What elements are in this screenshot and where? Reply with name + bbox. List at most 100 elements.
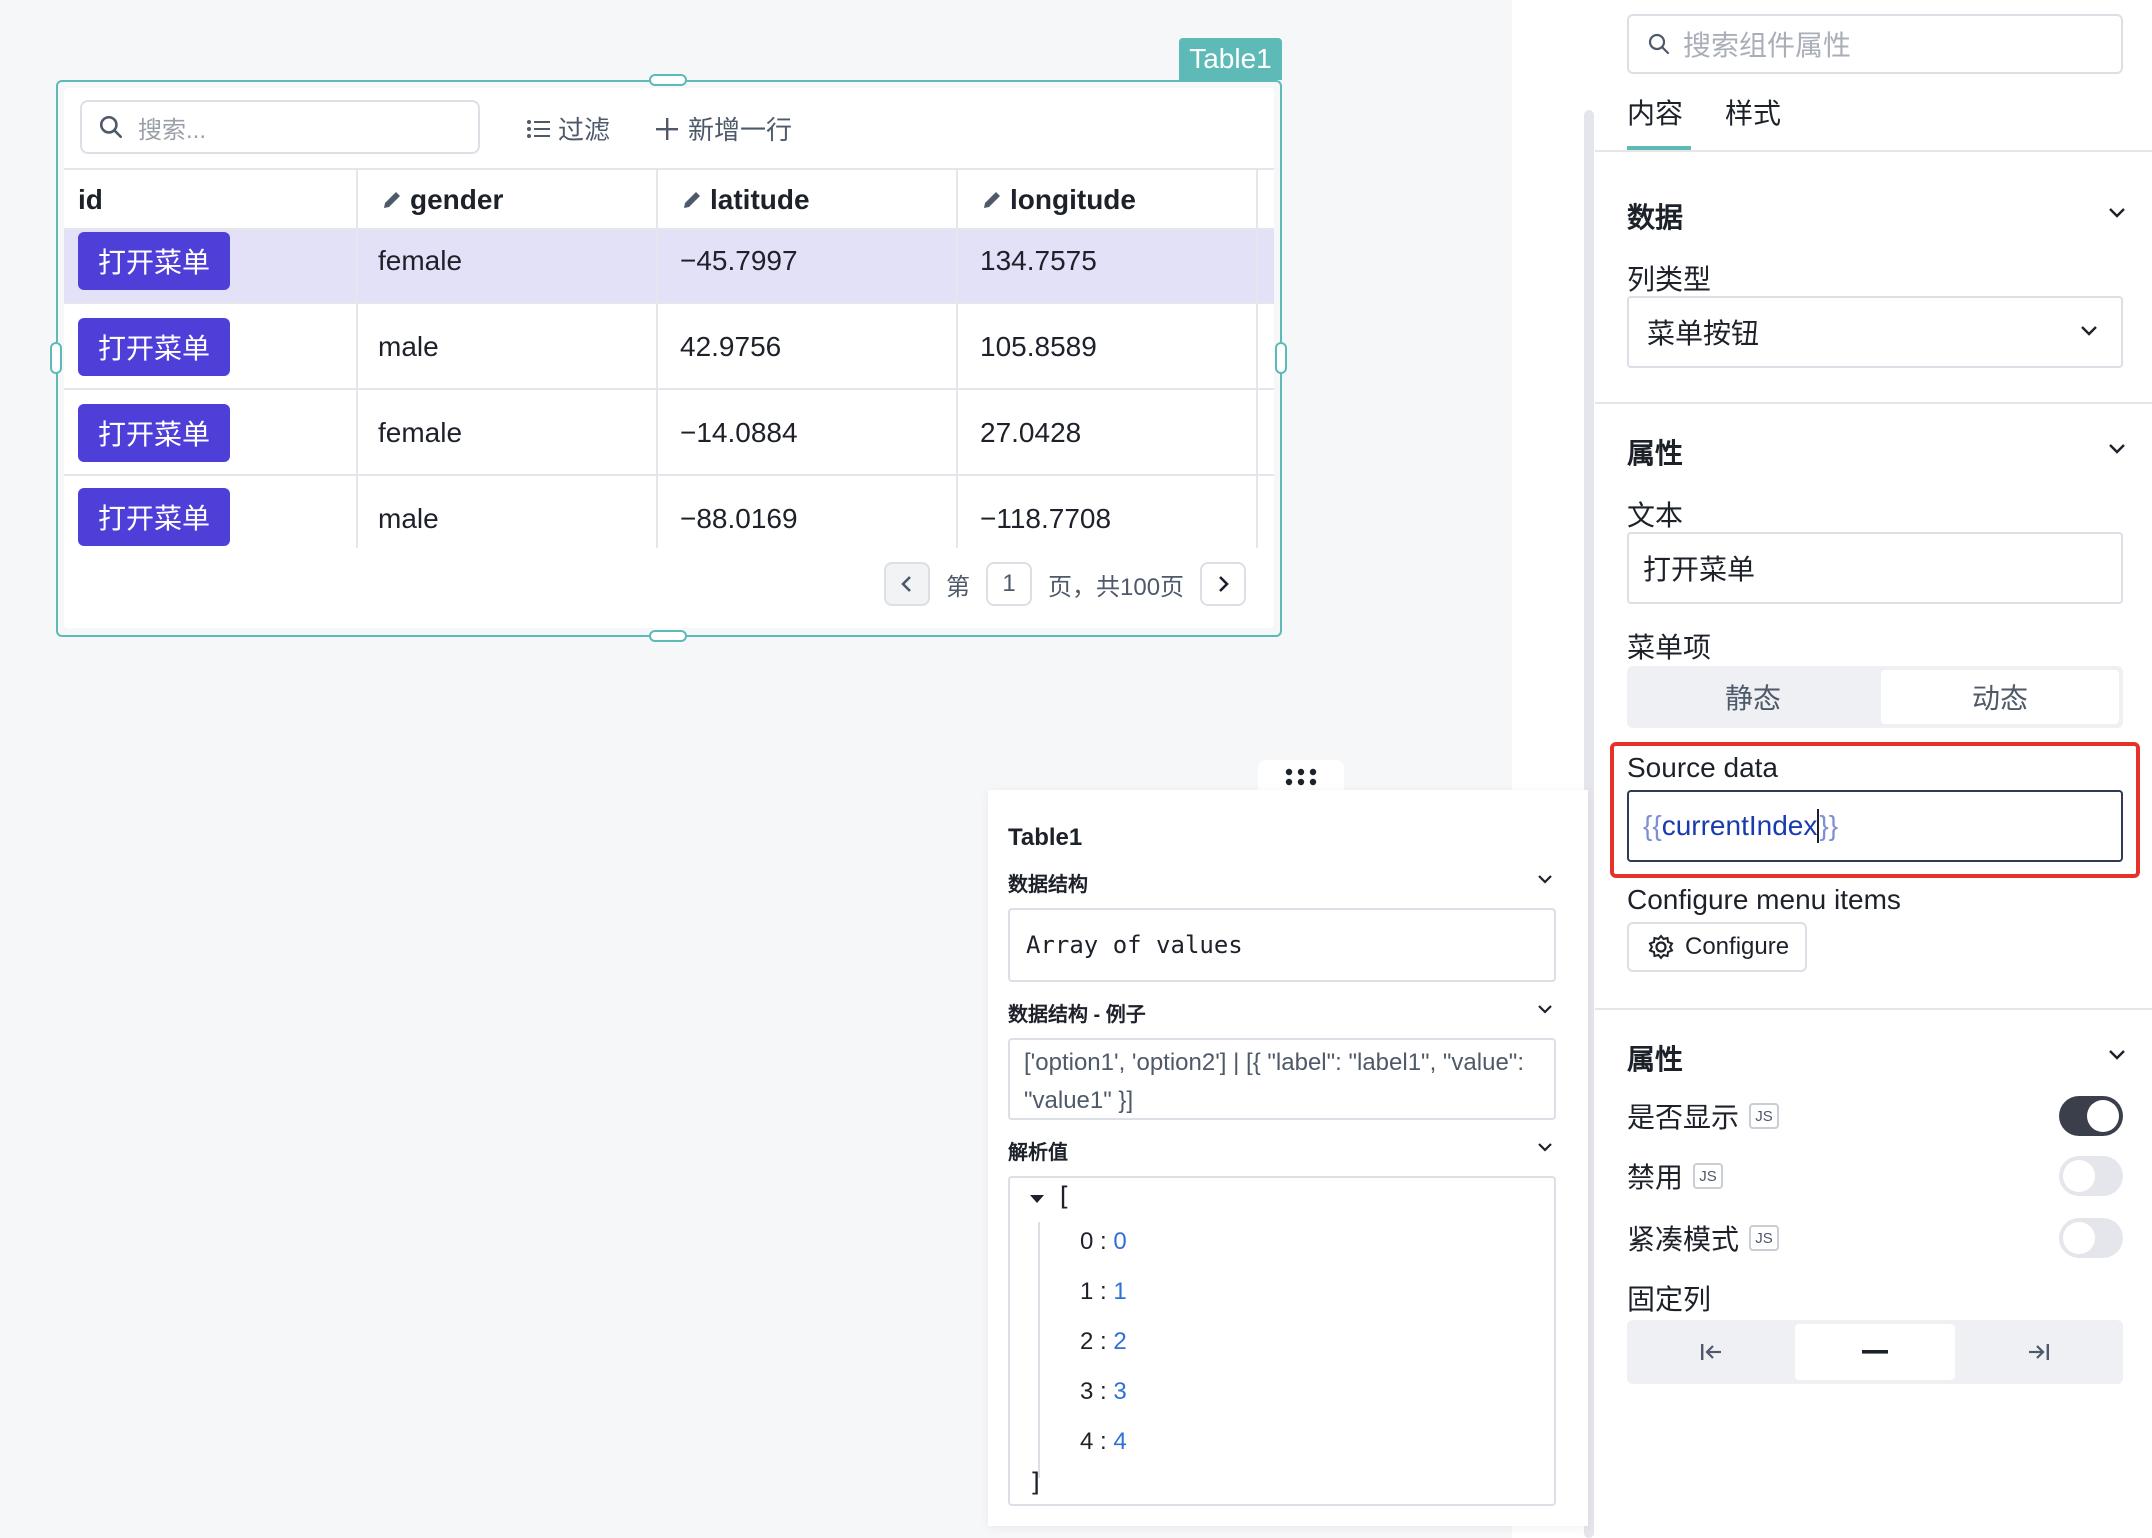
cell-latitude: −88.0169 (680, 503, 798, 534)
chevron-down-icon[interactable] (1536, 1002, 1554, 1016)
table-header: id gender latitude longitude (64, 168, 1274, 230)
array-close-bracket: ] (1028, 1468, 1044, 1498)
filter-icon (527, 119, 550, 138)
column-divider[interactable] (956, 168, 958, 548)
section-props-title: 属性 (1627, 438, 1684, 469)
menu-mode-dynamic[interactable]: 动态 (1881, 670, 2119, 724)
resize-handle-top[interactable] (649, 74, 687, 86)
source-data-label: Source data (1627, 752, 1778, 783)
drag-dots-icon (1285, 768, 1317, 786)
compact-label: 紧凑模式 (1627, 1224, 1740, 1255)
chevron-down-icon[interactable] (2107, 440, 2127, 456)
source-data-expression: currentIndex (1661, 810, 1818, 841)
column-header-gender[interactable]: gender (380, 170, 503, 230)
column-header-id[interactable]: id (78, 170, 103, 230)
resize-handle-left[interactable] (50, 342, 62, 374)
resize-handle-right[interactable] (1275, 342, 1287, 374)
minus-icon (1862, 1350, 1888, 1354)
open-menu-button[interactable]: 打开菜单 (78, 488, 230, 546)
prev-page-button[interactable] (884, 562, 930, 606)
chevron-left-icon (901, 576, 911, 592)
tree-value: 0 (1113, 1228, 1127, 1255)
disabled-switch[interactable] (2059, 1156, 2123, 1196)
inspector-title: Table1 (1008, 824, 1083, 851)
data-structure-value: Array of values (1008, 908, 1556, 982)
edit-icon (984, 192, 1000, 208)
compact-switch[interactable] (2059, 1218, 2123, 1258)
add-row-label: 新增一行 (688, 115, 793, 145)
divider (1595, 150, 2152, 152)
table-row[interactable]: 打开菜单 female −45.7997 134.7575 (64, 230, 1274, 304)
table-widget-tag[interactable]: Table1 (1179, 38, 1282, 80)
column-type-select[interactable]: 菜单按钮 (1627, 296, 2123, 368)
table-row[interactable]: 打开菜单 male −88.0169 −118.7708 (64, 476, 1274, 548)
data-structure-label: 数据结构 (1008, 874, 1088, 896)
filter-button[interactable]: 过滤 (526, 110, 610, 147)
js-toggle-badge[interactable]: JS (1749, 1225, 1780, 1251)
divider (1595, 1008, 2152, 1010)
column-divider[interactable] (356, 168, 358, 548)
property-search-placeholder: 搜索组件属性 (1683, 30, 1852, 61)
text-input[interactable]: 打开菜单 (1627, 532, 2123, 604)
edit-icon (684, 192, 700, 208)
menu-items-label: 菜单项 (1627, 632, 1712, 663)
column-type-value: 菜单按钮 (1647, 318, 1760, 349)
menu-mode-toggle: 静态 动态 (1627, 666, 2123, 728)
chevron-down-icon[interactable] (1536, 872, 1554, 886)
chevron-down-icon[interactable] (1536, 1140, 1554, 1154)
search-icon (99, 115, 123, 139)
property-search-input[interactable]: 搜索组件属性 (1627, 14, 2123, 74)
cell-gender: male (378, 331, 439, 362)
configure-button[interactable]: Configure (1627, 922, 1807, 972)
column-divider[interactable] (1256, 168, 1258, 548)
resize-handle-bottom[interactable] (649, 630, 687, 642)
fix-none-button[interactable] (1795, 1324, 1955, 1380)
chevron-down-icon[interactable] (2107, 1046, 2127, 1062)
add-row-button[interactable]: 新增一行 (654, 110, 792, 147)
column-header-label: longitude (1010, 184, 1136, 215)
tab-style[interactable]: 样式 (1725, 92, 1781, 132)
configure-button-label: Configure (1685, 933, 1790, 960)
column-header-longitude[interactable]: longitude (980, 170, 1136, 230)
js-toggle-badge[interactable]: JS (1749, 1103, 1780, 1129)
configure-menu-label: Configure menu items (1627, 884, 1901, 915)
table-toolbar: 搜索... 过滤 新增一行 (64, 88, 1274, 168)
table-row[interactable]: 打开菜单 male 42.9756 105.8589 (64, 304, 1274, 390)
cell-latitude: −45.7997 (680, 245, 798, 276)
drag-handle[interactable] (1258, 760, 1344, 794)
example-value: ['option1', 'option2'] | [{ "label": "la… (1008, 1038, 1556, 1120)
chevron-down-icon[interactable] (2107, 204, 2127, 220)
table-search-input[interactable]: 搜索... (80, 100, 480, 154)
table-row[interactable]: 打开菜单 female −14.0884 27.0428 (64, 390, 1274, 476)
fix-right-button[interactable] (1959, 1324, 2119, 1380)
cell-latitude: 42.9756 (680, 331, 782, 362)
tab-content[interactable]: 内容 (1627, 92, 1683, 132)
page-number-input[interactable]: 1 (986, 562, 1032, 606)
column-header-latitude[interactable]: latitude (680, 170, 810, 230)
tree-key: 0 (1080, 1228, 1094, 1255)
search-icon (1648, 33, 1670, 55)
divider (1595, 402, 2152, 404)
visible-switch[interactable] (2059, 1096, 2123, 1136)
cell-gender: female (378, 417, 463, 448)
source-data-input[interactable]: {{currentIndex}} (1627, 790, 2123, 862)
switch-knob (2087, 1100, 2119, 1132)
open-menu-button[interactable]: 打开菜单 (78, 404, 230, 462)
next-page-button[interactable] (1200, 562, 1247, 606)
fixed-column-label: 固定列 (1627, 1284, 1712, 1315)
cell-longitude: −118.7708 (980, 503, 1112, 534)
caret-down-icon[interactable] (1028, 1192, 1046, 1206)
cell-longitude: 105.8589 (980, 331, 1097, 362)
chevron-down-icon (2081, 326, 2097, 336)
menu-mode-static[interactable]: 静态 (1631, 670, 1875, 724)
tree-guide-line (1038, 1222, 1040, 1478)
open-menu-button[interactable]: 打开菜单 (78, 318, 230, 376)
text-label: 文本 (1627, 500, 1684, 531)
fix-left-button[interactable] (1631, 1324, 1791, 1380)
visible-setting: 是否显示 JS (1627, 1094, 2123, 1138)
column-divider[interactable] (656, 168, 658, 548)
js-toggle-badge[interactable]: JS (1693, 1163, 1724, 1189)
open-menu-button[interactable]: 打开菜单 (78, 232, 230, 290)
cell-latitude: −14.0884 (680, 417, 798, 448)
plus-icon (656, 117, 678, 140)
